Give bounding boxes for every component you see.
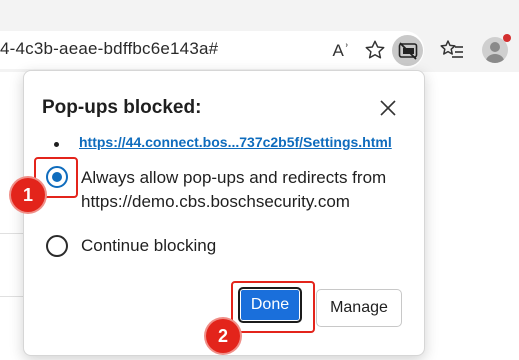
blocked-popup-link[interactable]: https://44.connect.bos...737c2b5f/Settin… — [79, 134, 392, 150]
favorites-icon[interactable] — [440, 38, 464, 62]
popups-blocked-dialog: Pop-ups blocked: https://44.connect.bos.… — [23, 70, 425, 356]
popup-blocked-icon[interactable] — [392, 35, 423, 66]
close-icon — [380, 100, 396, 116]
manage-button[interactable]: Manage — [316, 289, 402, 327]
list-bullet — [54, 142, 59, 147]
radio-continue-blocking[interactable] — [46, 235, 68, 257]
always-allow-label[interactable]: Always allow pop-ups and redirects from … — [81, 166, 411, 214]
read-aloud-icon[interactable]: Aʾ — [328, 38, 354, 64]
highlight-done — [231, 281, 315, 333]
step-marker-1: 1 — [11, 178, 45, 212]
close-button[interactable] — [375, 95, 401, 121]
dialog-title: Pop-ups blocked: — [42, 97, 202, 118]
browser-toolbar: 4-4c3b-aeae-bdffbc6e143a# Aʾ — [0, 0, 519, 72]
page-divider — [0, 296, 23, 297]
continue-blocking-label[interactable]: Continue blocking — [81, 234, 216, 258]
page-divider — [0, 233, 23, 234]
step-marker-2: 2 — [206, 319, 240, 353]
profile-notification-dot — [503, 34, 511, 42]
favorite-star-icon[interactable] — [363, 38, 387, 62]
address-url[interactable]: 4-4c3b-aeae-bdffbc6e143a# — [0, 39, 218, 59]
